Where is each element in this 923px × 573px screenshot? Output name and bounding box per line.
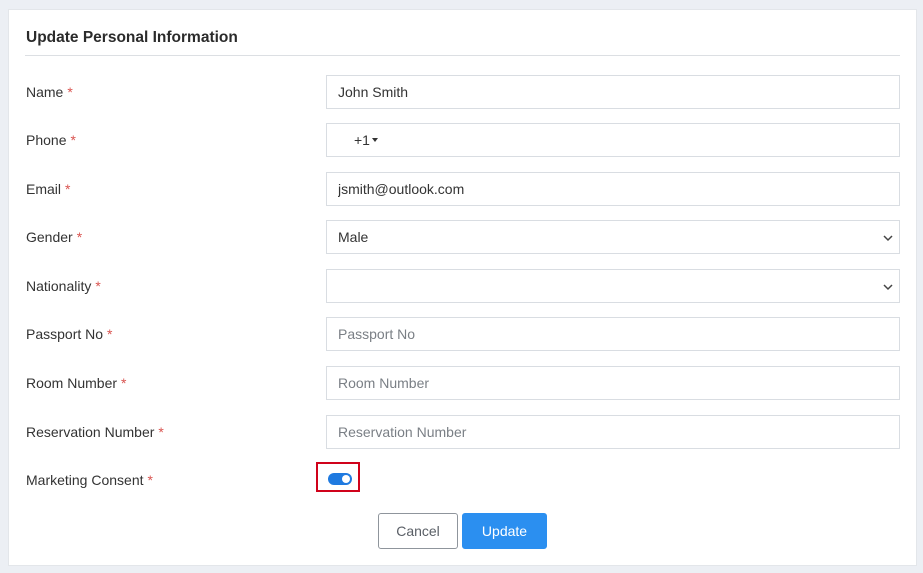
email-label: Email * [26, 181, 71, 197]
nationality-row: Nationality * [25, 269, 900, 303]
room-row: Room Number * [25, 366, 900, 400]
personal-info-card: Update Personal Information Name* Phone*… [8, 9, 917, 566]
required-mark: * [121, 375, 127, 391]
marketing-row: Marketing Consent * [25, 463, 900, 497]
marketing-label: Marketing Consent * [26, 472, 153, 488]
chevron-down-icon [883, 235, 893, 242]
reservation-row: Reservation Number * [25, 415, 900, 449]
required-mark: * [65, 181, 71, 197]
nationality-select[interactable] [326, 269, 900, 303]
room-number-input[interactable] [326, 366, 900, 400]
gender-label: Gender * [26, 229, 83, 245]
required-mark: * [67, 84, 73, 100]
passport-label: Passport No * [26, 326, 113, 342]
chevron-down-icon [883, 284, 893, 291]
form-title: Update Personal Information [26, 29, 238, 46]
gender-row: Gender * Male [25, 220, 900, 254]
passport-row: Passport No * [25, 317, 900, 351]
marketing-consent-toggle[interactable] [328, 473, 352, 485]
phone-input[interactable]: +1 [326, 123, 900, 157]
passport-input[interactable] [326, 317, 900, 351]
phone-label: Phone * [26, 132, 76, 148]
email-input[interactable] [326, 172, 900, 206]
required-mark: * [76, 229, 83, 245]
nationality-label: Nationality * [26, 278, 101, 294]
reservation-label: Reservation Number * [26, 424, 164, 440]
required-mark: * [158, 424, 164, 440]
name-input[interactable] [326, 75, 900, 109]
cancel-button[interactable]: Cancel [378, 513, 458, 549]
required-mark: * [147, 472, 153, 488]
email-row: Email * [25, 172, 900, 206]
update-button[interactable]: Update [462, 513, 547, 549]
required-mark: * [95, 278, 101, 294]
required-mark: * [70, 132, 76, 148]
marketing-toggle-highlight [316, 462, 360, 492]
gender-selected-value: Male [338, 229, 369, 245]
toggle-knob [342, 475, 350, 483]
required-mark: * [107, 326, 113, 342]
name-row: Name * [25, 75, 900, 109]
phone-row: Phone * +1 [25, 123, 900, 157]
reservation-number-input[interactable] [326, 415, 900, 449]
caret-down-icon [371, 137, 378, 142]
country-code-dropdown[interactable]: +1 [354, 124, 378, 156]
room-label: Room Number * [26, 375, 127, 391]
name-label: Name * [26, 84, 73, 100]
gender-select[interactable]: Male [326, 220, 900, 254]
title-divider [25, 55, 900, 56]
